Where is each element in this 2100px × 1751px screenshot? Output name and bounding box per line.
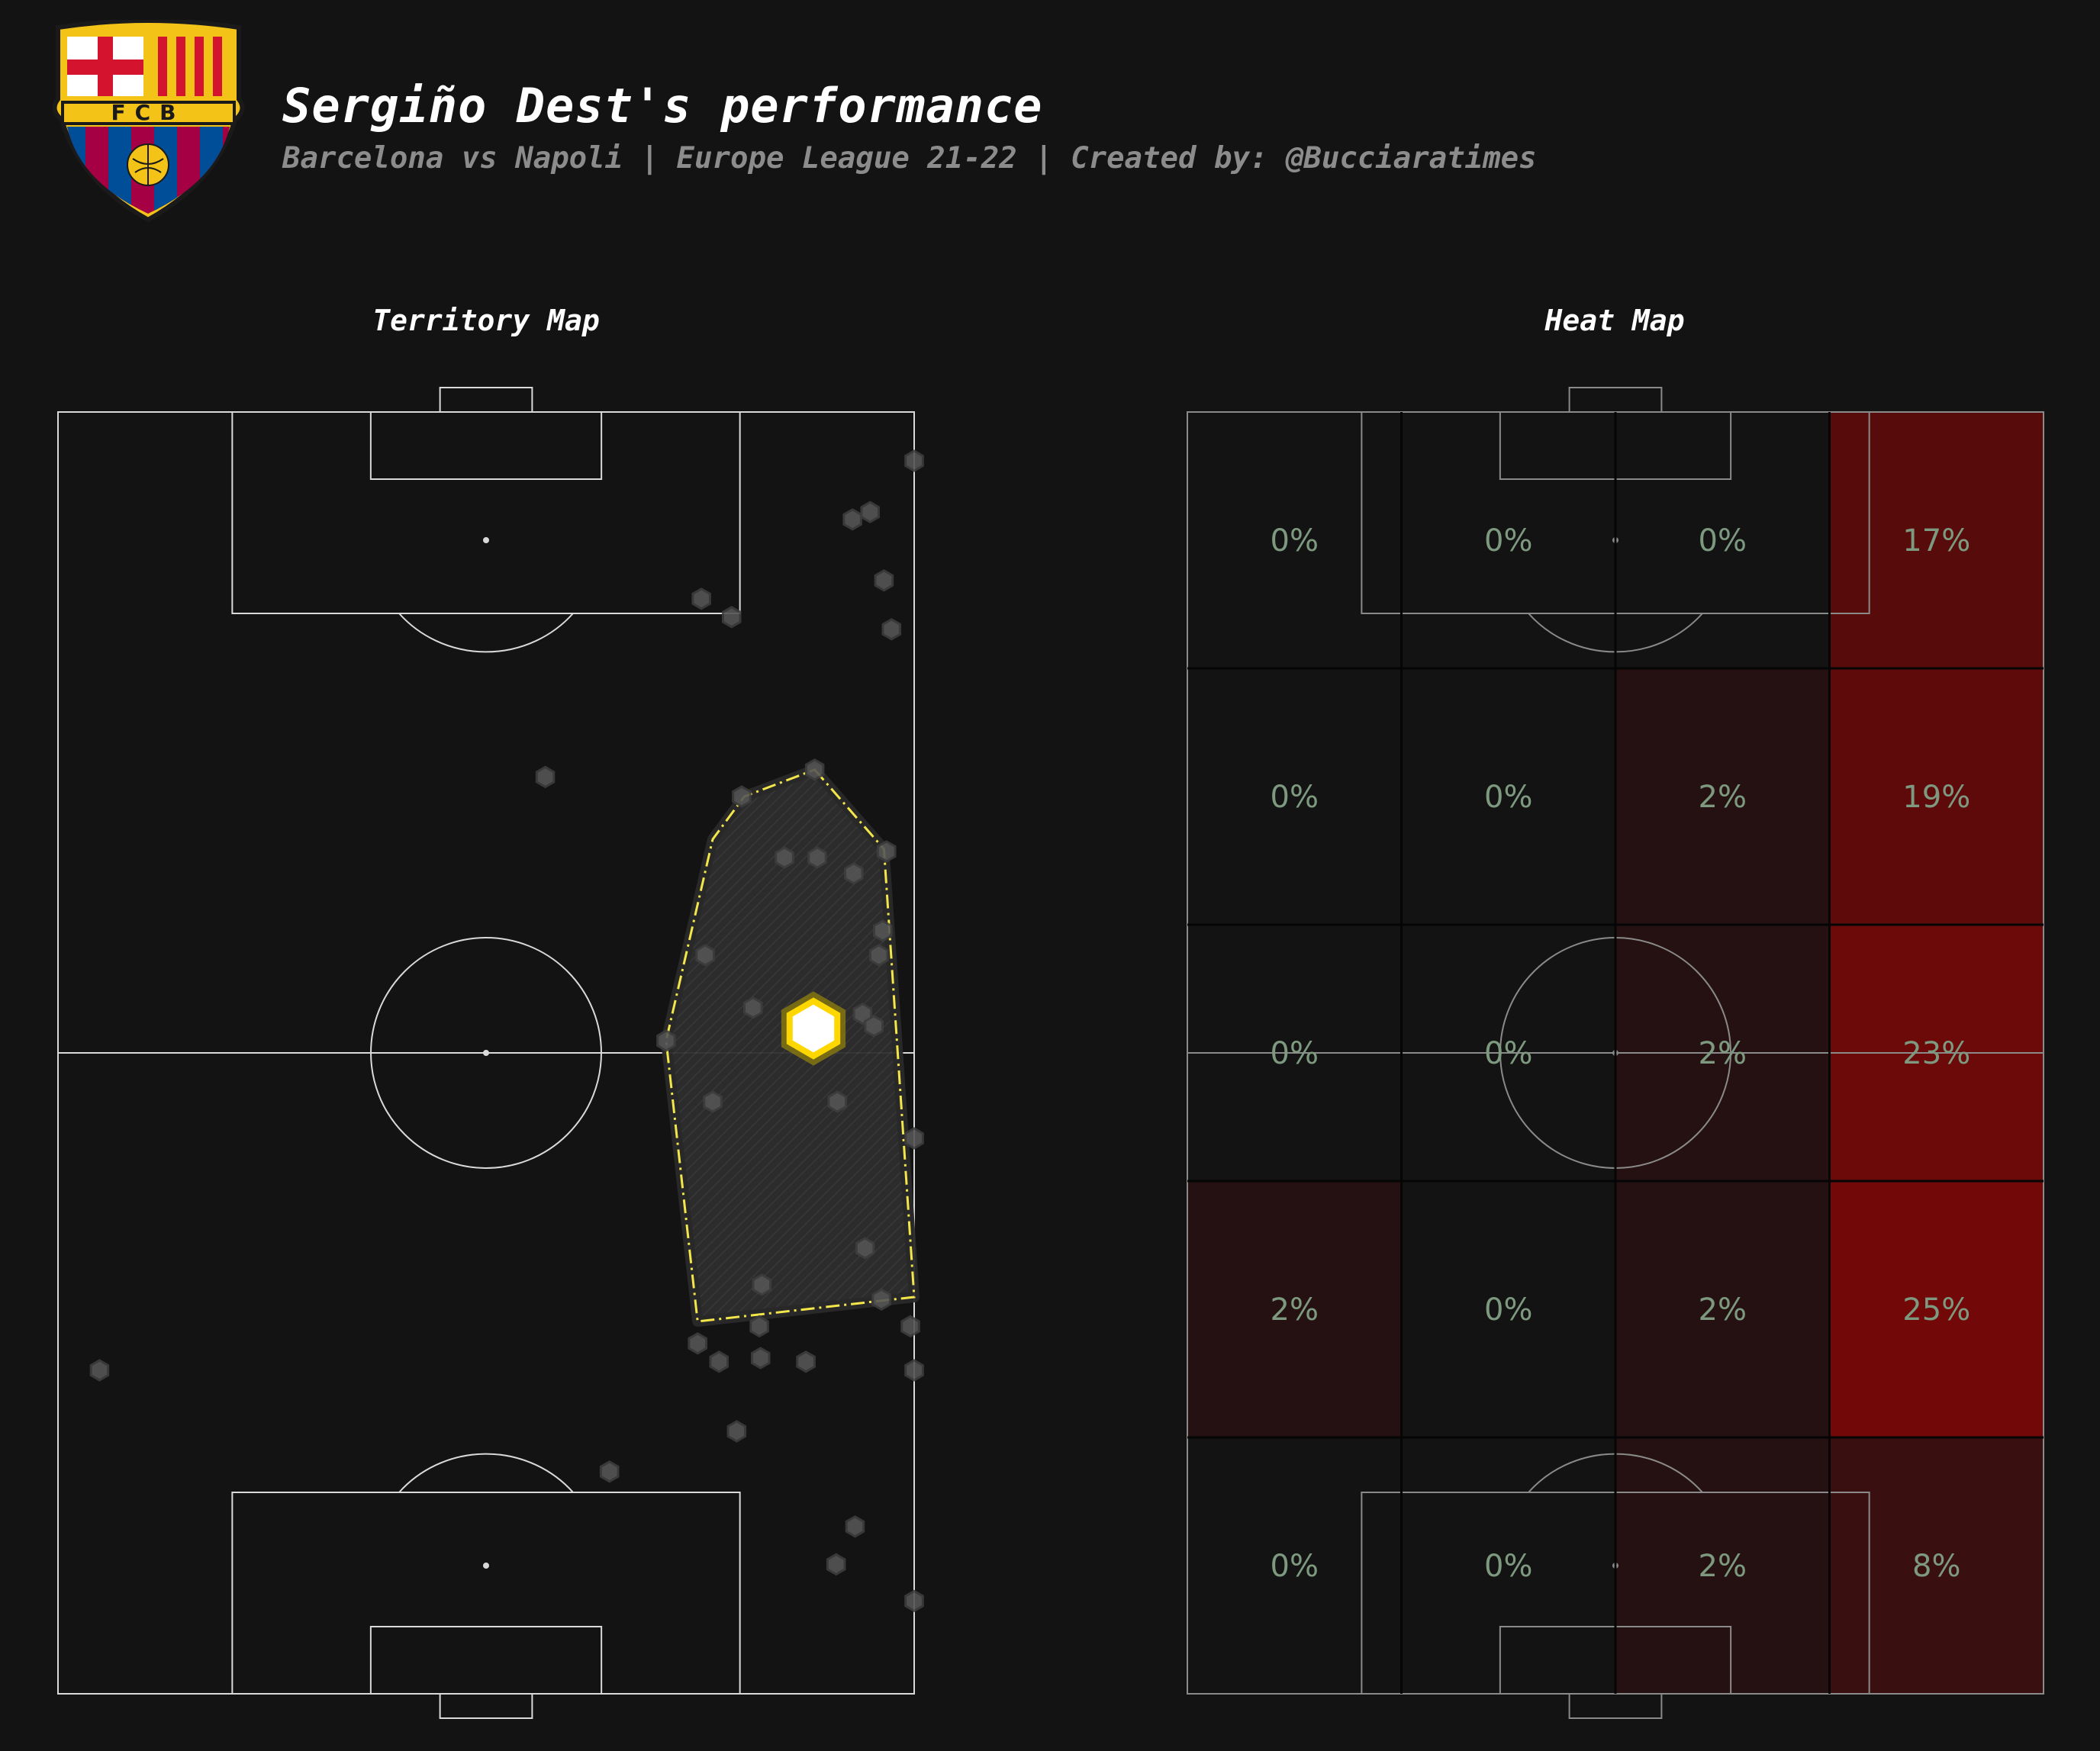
six-yard-box-bottom [369, 1626, 603, 1695]
zone-percentage-label: 0% [1484, 1036, 1532, 1071]
touch-point [743, 996, 763, 1019]
goal-top [439, 387, 533, 413]
touch-point [904, 449, 924, 472]
touch-point [904, 1359, 924, 1382]
zone-percentage-label: 2% [1699, 1292, 1747, 1328]
touch-point [881, 618, 902, 641]
touch-point [796, 1350, 816, 1373]
touch-point [844, 862, 864, 885]
zone-percentage-label: 0% [1484, 780, 1532, 815]
zone-percentage-label: 0% [1484, 1292, 1532, 1328]
touch-point [691, 587, 711, 610]
fcb-crest-logo: FCB [52, 20, 245, 222]
zone-percentage-label: 23% [1902, 1036, 1970, 1071]
centre-spot [483, 1050, 489, 1056]
touch-point [703, 1090, 723, 1113]
touch-point [876, 840, 897, 863]
touch-point [775, 846, 794, 869]
goal-top [1568, 387, 1663, 413]
touch-point [864, 1015, 884, 1038]
zone-percentage-label: 0% [1271, 1549, 1319, 1584]
zone-percentage-label: 25% [1902, 1292, 1970, 1328]
touch-point [599, 1460, 620, 1483]
touch-point [873, 919, 893, 942]
centroid-marker [786, 997, 841, 1060]
touch-point [826, 1553, 846, 1576]
zone-percentage-label: 2% [1699, 1036, 1747, 1071]
zone-percentage-label: 17% [1902, 523, 1970, 558]
zone-percentage-label: 2% [1271, 1292, 1319, 1328]
touch-point [827, 1090, 848, 1113]
penalty-box-top [231, 411, 741, 614]
zone-percentage-label: 0% [1699, 523, 1747, 558]
touch-point [709, 1350, 729, 1373]
zone-percentage-label: 0% [1271, 523, 1319, 558]
touch-point [869, 944, 889, 967]
touch-point [688, 1332, 707, 1355]
touch-point [860, 501, 880, 523]
touch-point [900, 1315, 920, 1338]
touch-point [804, 758, 825, 781]
zone-percentage-label: 0% [1271, 780, 1319, 815]
zone-percentage-label: 2% [1699, 780, 1747, 815]
zone-percentage-label: 8% [1912, 1549, 1960, 1584]
centroid-layer [781, 991, 846, 1066]
touch-point [845, 1515, 865, 1538]
goal-bottom [439, 1693, 533, 1719]
zone-percentage-label: 0% [1484, 523, 1532, 558]
penalty-spot-bottom [483, 1563, 489, 1569]
zone-percentage-label: 0% [1484, 1549, 1532, 1584]
touch-point [842, 508, 862, 531]
six-yard-box-top [369, 411, 603, 480]
touch-point [874, 569, 894, 592]
heat-map: 0% 0% 0% 17% 0% 0% 2% 19% 0% 0% 2% 23% 2% 0% 2% 25% 0% 0%… [1187, 387, 2044, 1719]
touch-point [752, 1273, 772, 1296]
touch-point [656, 1029, 676, 1052]
penalty-box-bottom [231, 1492, 741, 1695]
territory-map [57, 387, 924, 1719]
penalty-arc-top [398, 613, 574, 653]
touch-point [807, 846, 827, 869]
touch-point [535, 765, 556, 789]
crest-letters: FCB [111, 100, 185, 125]
goal-bottom [1568, 1693, 1663, 1719]
touch-point [871, 1288, 891, 1311]
touch-point [750, 1347, 771, 1370]
penalty-spot-top [483, 537, 489, 543]
page-title: Sergiño Dest's performance [282, 78, 1043, 134]
touch-point [749, 1315, 769, 1338]
zone-percentage-label: 2% [1699, 1549, 1747, 1584]
touch-point [695, 944, 715, 967]
touch-point [89, 1359, 110, 1382]
touch-point [722, 606, 742, 629]
touch-point [732, 785, 752, 808]
touch-point [855, 1237, 875, 1260]
touch-point [904, 1589, 924, 1613]
territory-map-title: Territory Map [372, 304, 600, 337]
zone-percentage-label: 19% [1902, 780, 1970, 815]
touch-point [904, 1127, 924, 1150]
touch-point [726, 1420, 747, 1443]
page-subtitle: Barcelona vs Napoli | Europe League 21-2… [282, 141, 1537, 175]
zone-percentage-label: 0% [1271, 1036, 1319, 1071]
penalty-arc-bottom [398, 1453, 574, 1493]
heat-map-title: Heat Map [1544, 304, 1685, 337]
